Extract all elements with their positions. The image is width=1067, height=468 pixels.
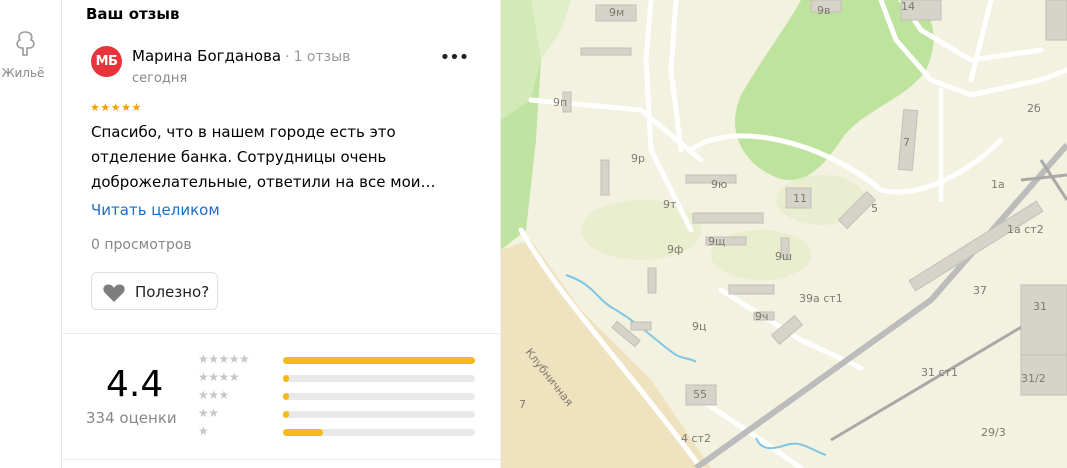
- map-label: 9п: [553, 96, 567, 109]
- map-label: 9т: [663, 198, 677, 211]
- sidebar-item-label: Жильё: [1, 66, 45, 80]
- rating-bar: [283, 411, 475, 418]
- map-label: 29/3: [981, 426, 1006, 439]
- rating-bar-fill: [283, 429, 324, 436]
- map-label: 7: [519, 398, 526, 411]
- rating-bar: [283, 393, 475, 400]
- rating-row-stars: ★★★: [198, 388, 229, 402]
- divider: [62, 459, 500, 460]
- rating-row-stars: ★★: [198, 406, 219, 420]
- author-name[interactable]: Марина Богданова: [132, 47, 281, 65]
- map-label: 9м: [609, 6, 624, 19]
- map-label: 1а ст2: [1007, 223, 1044, 236]
- map-label: 37: [973, 284, 987, 297]
- map-label: 2б: [1027, 102, 1041, 115]
- rating-bar-fill: [283, 393, 289, 400]
- map-label: 55: [693, 388, 707, 401]
- rating-row-stars: ★★★★: [198, 370, 240, 384]
- avatar[interactable]: МБ: [91, 46, 122, 77]
- map-label: 31: [1033, 300, 1047, 313]
- map-label: 31/2: [1021, 372, 1046, 385]
- left-sidebar: Жильё: [0, 0, 62, 468]
- heart-icon: [103, 284, 125, 302]
- rating-bar: [283, 357, 475, 364]
- map-label: 5: [871, 202, 878, 215]
- rating-bar-fill: [283, 411, 289, 418]
- map-label: 9в: [817, 4, 830, 17]
- rating-count: 334 оценки: [86, 409, 177, 427]
- rating-value: 4.4: [106, 364, 164, 405]
- author-review-count: 1 отзыв: [293, 49, 351, 65]
- useful-label: Полезно?: [135, 283, 210, 301]
- map-label: 11: [793, 192, 807, 205]
- review-author: Марина Богданова · 1 отзыв: [132, 47, 351, 65]
- map-label: 31 ст1: [921, 366, 958, 379]
- useful-button[interactable]: Полезно?: [91, 272, 218, 310]
- map-label: 1а: [991, 178, 1005, 191]
- tree-icon: [16, 31, 35, 56]
- map-label: 9ч: [755, 310, 769, 323]
- rating-row-stars: ★★★★★: [198, 352, 250, 366]
- map-label: 39а ст1: [799, 292, 843, 305]
- map-label: 14: [901, 0, 915, 13]
- map-label: 9ц: [692, 320, 707, 333]
- rating-bar: [283, 375, 475, 382]
- map-label: 7: [903, 136, 910, 149]
- map-label: 9ш: [775, 250, 792, 263]
- sidebar-item-housing[interactable]: Жильё: [0, 28, 52, 80]
- map-label: 4 ст2: [681, 432, 711, 445]
- section-title: Ваш отзыв: [86, 5, 180, 23]
- more-options-button[interactable]: •••: [439, 48, 470, 76]
- map-label: 9р: [631, 152, 645, 165]
- review-date: сегодня: [132, 71, 188, 86]
- rating-bar-fill: [283, 375, 289, 382]
- read-more-link[interactable]: Читать целиком: [91, 201, 220, 219]
- review-stars: ★★★★★: [90, 101, 142, 114]
- rating-bar-fill: [283, 357, 475, 364]
- map-label: 9ф: [667, 243, 683, 256]
- rating-bar: [283, 429, 475, 436]
- map-canvas[interactable]: 9м 9в 14 9п 2б 7 9р 9ю 11 1а 5 9т 9щ 1а ст2 9ф 9ш 39а ст…: [501, 0, 1067, 468]
- map-label: 9щ: [708, 235, 725, 248]
- review-panel: Ваш отзыв МБ Марина Богданова · 1 отзыв се…: [62, 0, 500, 468]
- views-count: 0 просмотров: [91, 237, 192, 253]
- map[interactable]: 9м 9в 14 9п 2б 7 9р 9ю 11 1а 5 9т 9щ 1а ст2 9ф 9ш 39а ст…: [501, 0, 1067, 468]
- review-text: Спасибо, что в нашем городе есть это отд…: [91, 123, 436, 191]
- divider: [62, 333, 500, 334]
- rating-row-stars: ★: [198, 424, 209, 438]
- map-label: 9ю: [711, 178, 727, 191]
